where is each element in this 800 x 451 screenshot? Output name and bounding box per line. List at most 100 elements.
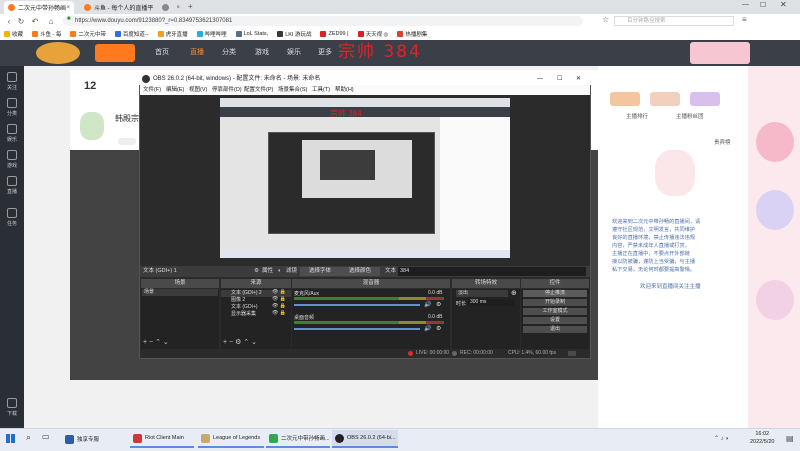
deco-sticker[interactable]	[756, 280, 794, 320]
select-color-button[interactable]: 选择颜色	[340, 267, 380, 276]
minimize-icon[interactable]: —	[537, 73, 543, 85]
menu-view[interactable]: 视图(V)	[189, 85, 207, 95]
maximize-icon[interactable]: ☐	[557, 73, 562, 85]
menu-scene-collection[interactable]: 场景集合(S)	[278, 85, 307, 95]
star-icon[interactable]: ☆	[602, 15, 609, 24]
studio-mode-button[interactable]: 工作室模式	[523, 308, 587, 315]
promo-banner[interactable]	[690, 42, 750, 64]
taskbar-item[interactable]: 二次元中带孙畅画...	[266, 430, 330, 448]
back-icon[interactable]: ‹	[4, 14, 14, 28]
filters-button[interactable]: 滤镜	[286, 266, 297, 277]
speaker-icon[interactable]: 🔊	[424, 301, 431, 308]
task-view-icon[interactable]: ▭	[42, 432, 50, 441]
add-icon[interactable]: +	[143, 339, 147, 346]
sidebar-item[interactable]: 游戏	[3, 150, 21, 169]
gear-icon[interactable]: ⚙	[436, 325, 441, 332]
bookmark-item[interactable]: 虎牙直播	[157, 30, 188, 38]
properties-button[interactable]: 属性	[262, 266, 273, 277]
minimize-icon[interactable]: —	[742, 1, 749, 8]
url-input[interactable]: https://www.douyu.com/9123880?_r=0.83497…	[63, 16, 583, 26]
streamer-avatar[interactable]	[80, 112, 104, 140]
bookmark-item[interactable]: 哔哩哔哩	[196, 30, 227, 38]
sidebar-item[interactable]: 直播	[3, 176, 21, 195]
sidebar-item[interactable]: 分类	[3, 98, 21, 117]
filter-icon[interactable]: ◐	[278, 266, 281, 277]
text-value-input[interactable]: 384	[398, 267, 586, 276]
bookmark-item[interactable]: 收藏	[4, 30, 23, 38]
deco-sticker[interactable]	[756, 122, 794, 162]
exit-button[interactable]: 退出	[523, 326, 587, 333]
add-icon[interactable]: +	[223, 339, 227, 346]
windows-start-icon[interactable]	[6, 434, 15, 443]
up-icon[interactable]: ⌃	[243, 339, 249, 346]
browser-tab-active[interactable]: 二次元中带孙畅画 ×	[4, 1, 74, 14]
stop-streaming-button[interactable]: 停止推流	[523, 290, 587, 297]
gear-icon[interactable]: ⚙	[235, 339, 241, 346]
rank-badge[interactable]	[690, 92, 720, 106]
bookmark-item[interactable]: 二次元中带	[70, 30, 106, 38]
tag-badge[interactable]	[118, 138, 136, 145]
bookmark-item[interactable]: LoL Stats,	[235, 31, 268, 37]
menu-profile[interactable]: 配置文件(P)	[244, 85, 273, 95]
new-tab-icon[interactable]: +	[188, 2, 193, 11]
nav-entertainment[interactable]: 娱乐	[287, 47, 301, 57]
remove-icon[interactable]: −	[229, 339, 233, 346]
search-icon[interactable]: ⌕	[26, 432, 31, 443]
event-badge[interactable]	[36, 42, 80, 64]
nav-live[interactable]: 直播	[190, 47, 204, 57]
browser-tab[interactable]: ×	[158, 1, 184, 14]
browser-search-input[interactable]: 百分钟路径搜索	[614, 16, 734, 26]
bookmark-item[interactable]: 斗鱼 - 每	[32, 30, 61, 38]
nav-more[interactable]: 更多	[318, 47, 332, 57]
bookmark-item[interactable]: 百度知道--	[114, 30, 149, 38]
rank-badge[interactable]	[650, 92, 680, 106]
menu-file[interactable]: 文件(F)	[143, 85, 161, 95]
right-link[interactable]: 主播粉丝团	[676, 112, 704, 120]
sidebar-item[interactable]: 娱乐	[3, 124, 21, 143]
menu-docks[interactable]: 停靠部件(D)	[212, 85, 242, 95]
tray-icons[interactable]: ⌃ ♪ ◗	[714, 435, 729, 442]
taskbar-item-active[interactable]: OBS 26.0.2 (64-bi...	[332, 430, 398, 448]
settings-button[interactable]: 设置	[523, 317, 587, 324]
visibility-lock-icons[interactable]: 👁 🔒 👁 🔒 👁 🔒 👁 🔒	[272, 289, 286, 317]
rank-badge[interactable]	[610, 92, 640, 106]
menu-edit[interactable]: 编辑(E)	[166, 85, 184, 95]
volume-slider[interactable]	[294, 328, 420, 330]
menu-help[interactable]: 帮助(H)	[335, 85, 354, 95]
menu-tools[interactable]: 工具(T)	[312, 85, 330, 95]
down-icon[interactable]: ⌄	[251, 339, 257, 346]
add-transition-icon[interactable]: ⊕	[511, 289, 517, 297]
select-font-button[interactable]: 选择字体	[300, 267, 340, 276]
close-window-icon[interactable]: ✕	[576, 73, 581, 85]
bookmark-item[interactable]: LKI 游玩战	[277, 30, 311, 38]
notification-icon[interactable]: ▤	[786, 434, 794, 443]
up-icon[interactable]: ⌃	[155, 339, 161, 346]
duration-input[interactable]: 300 ms	[468, 299, 514, 306]
scene-item[interactable]: 场景	[142, 289, 218, 296]
down-icon[interactable]: ⌄	[163, 339, 169, 346]
taskbar-item[interactable]: League of Legends	[198, 430, 264, 448]
deco-sticker[interactable]	[756, 190, 794, 230]
menu-icon[interactable]: ≡	[742, 15, 747, 24]
refresh-icon[interactable]: ↻	[16, 14, 26, 28]
nav-category[interactable]: 分类	[222, 47, 236, 57]
sidebar-item[interactable]: 下载	[3, 398, 21, 417]
clock[interactable]: 16:02 2022/5/20	[750, 430, 774, 446]
close-window-icon[interactable]: ✕	[780, 0, 787, 9]
undo-icon[interactable]: ↶	[30, 14, 40, 28]
home-icon[interactable]: ⌂	[46, 14, 56, 28]
nav-games[interactable]: 游戏	[255, 47, 269, 57]
taskbar-item[interactable]: Riot Client Main	[130, 430, 194, 448]
gear-icon[interactable]: ⚙	[436, 301, 441, 308]
remove-icon[interactable]: −	[149, 339, 153, 346]
browser-tab[interactable]: 斗鱼 - 每个人的直播平台 ×	[80, 1, 154, 14]
maximize-icon[interactable]: ☐	[760, 1, 766, 9]
nav-home[interactable]: 首页	[155, 47, 169, 57]
taskbar-item[interactable]: 独享专服	[62, 430, 126, 448]
start-recording-button[interactable]: 开始录制	[523, 299, 587, 306]
sidebar-item[interactable]: 任务	[3, 208, 21, 227]
right-link[interactable]: 贵宾榜	[714, 138, 731, 146]
close-tab-icon[interactable]: ×	[66, 5, 70, 11]
volume-slider[interactable]	[294, 304, 420, 306]
douyu-logo[interactable]	[95, 44, 135, 62]
